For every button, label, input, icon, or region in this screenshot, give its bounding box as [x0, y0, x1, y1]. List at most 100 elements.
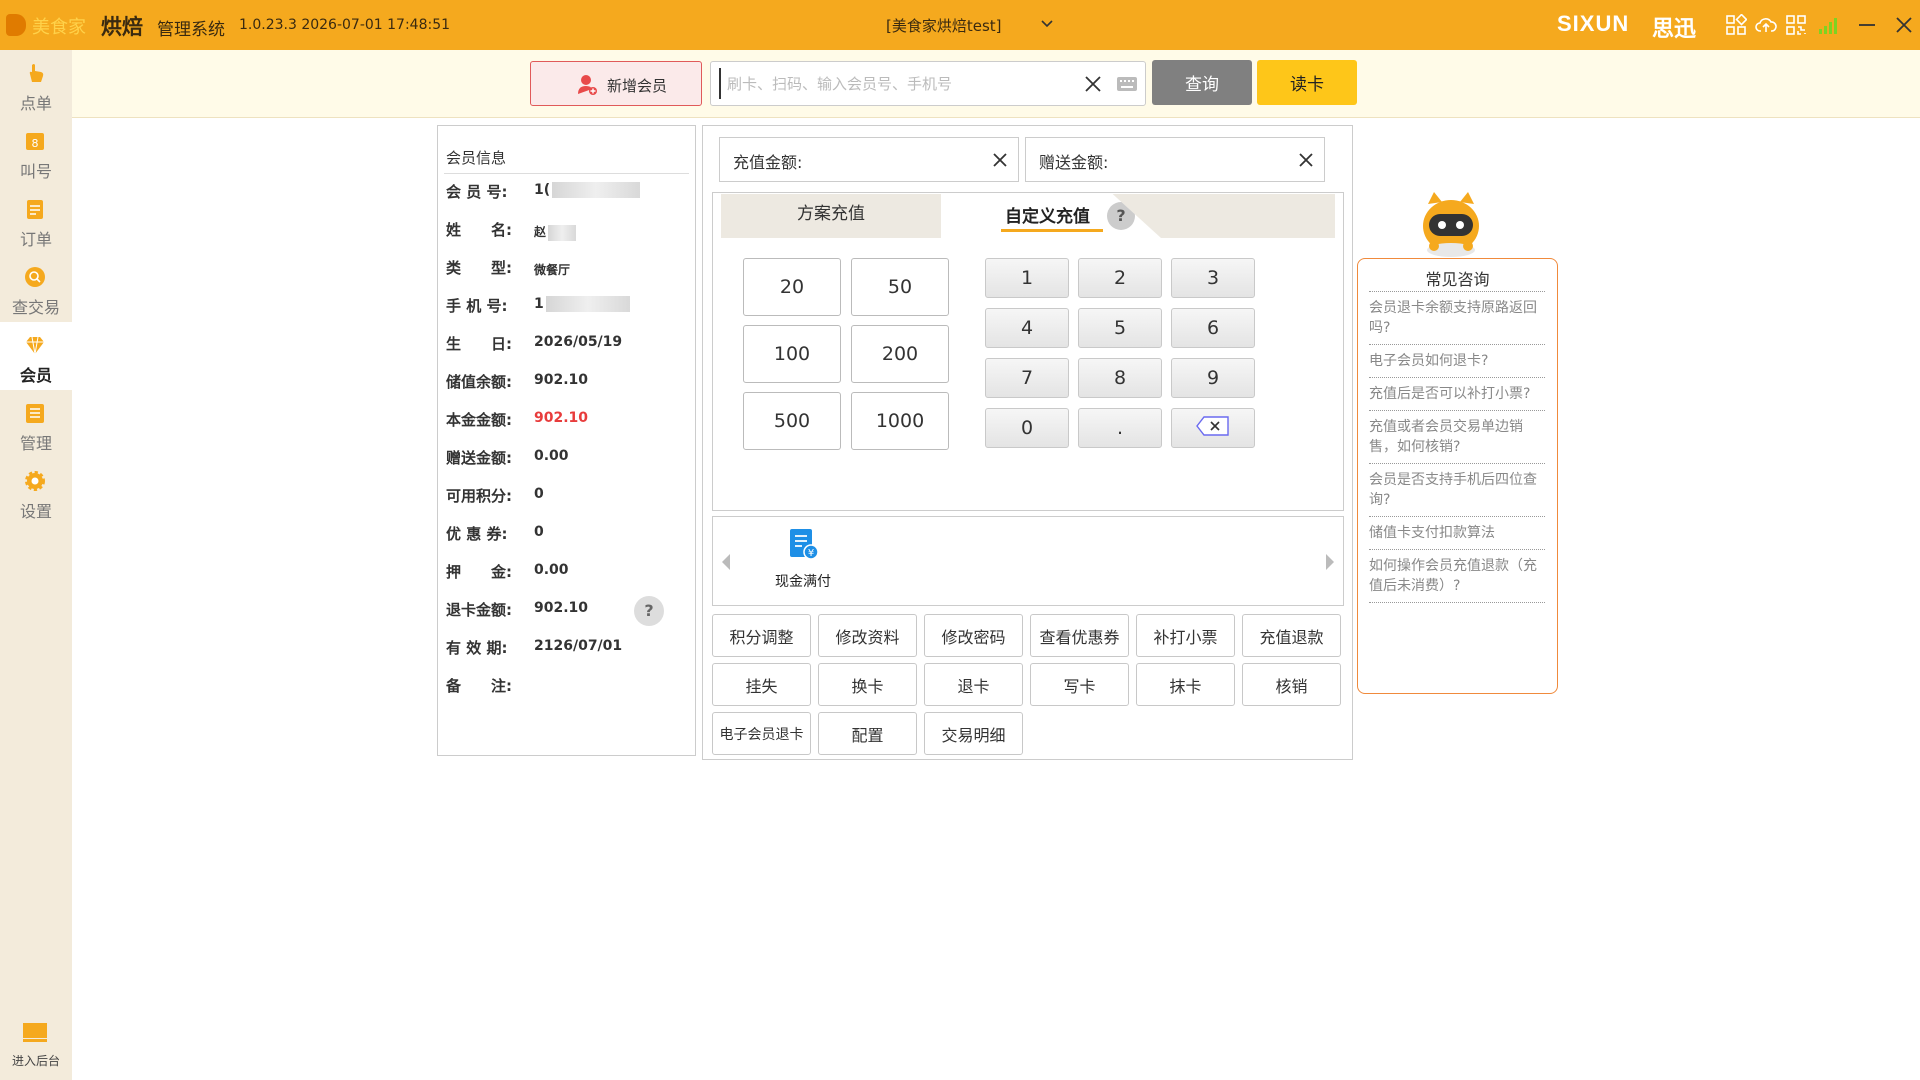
keypad-key-1[interactable]: 1	[985, 258, 1069, 298]
masked-value	[545, 296, 630, 312]
faq-item[interactable]: 充值或者会员交易单边销售，如何核销?	[1369, 410, 1545, 463]
transaction-detail-button[interactable]: 交易明细	[924, 712, 1023, 755]
member-field-validity: 有 效 期: 2126/07/01	[446, 638, 623, 657]
member-field-phone: 手 机 号: 1	[446, 295, 686, 319]
store-selector[interactable]: [美食家烘焙test]	[886, 15, 1002, 36]
keypad-key-4[interactable]: 4	[985, 308, 1069, 348]
recharge-tab-area: 方案充值 自定义充值 ? 20 50 100 200 500 1000 1 2 …	[712, 192, 1344, 511]
sidebar-item-transactions[interactable]: 查交易	[0, 254, 72, 322]
faq-item[interactable]: 会员退卡余额支持原路返回吗?	[1369, 291, 1545, 344]
close-icon[interactable]	[1893, 14, 1915, 36]
divider	[444, 173, 689, 174]
member-number-value: 1(	[534, 182, 551, 198]
sidebar-item-management[interactable]: 管理	[0, 390, 72, 458]
change-card-button[interactable]: 换卡	[818, 663, 917, 706]
chevron-down-icon[interactable]	[1040, 16, 1054, 30]
read-card-button[interactable]: 读卡	[1257, 60, 1357, 105]
faq-item[interactable]: 电子会员如何退卡?	[1369, 344, 1545, 377]
faq-panel: 常见咨询 会员退卡余额支持原路返回吗? 电子会员如何退卡? 充值后是否可以补打小…	[1357, 258, 1558, 694]
edit-profile-button[interactable]: 修改资料	[818, 614, 917, 657]
write-card-button[interactable]: 写卡	[1030, 663, 1129, 706]
payment-cash[interactable]: ¥ 现金满付	[763, 525, 843, 597]
query-button[interactable]: 查询	[1152, 60, 1252, 105]
sidebar-item-settings[interactable]: 设置	[0, 458, 72, 526]
keypad-key-7[interactable]: 7	[985, 358, 1069, 398]
view-coupons-button[interactable]: 查看优惠券	[1030, 614, 1129, 657]
hand-pointer-icon	[29, 64, 44, 82]
preset-amount-500[interactable]: 500	[743, 392, 841, 450]
clipboard-icon	[27, 200, 43, 219]
mascot-icon	[1423, 192, 1479, 257]
sidebar-item-orders[interactable]: 订单	[0, 186, 72, 254]
points-adjust-button[interactable]: 积分调整	[712, 614, 811, 657]
keypad-key-9[interactable]: 9	[1171, 358, 1255, 398]
report-loss-button[interactable]: 挂失	[712, 663, 811, 706]
member-field-birthday: 生 日: 2026/05/19	[446, 334, 623, 353]
e-member-return-card-button[interactable]: 电子会员退卡	[712, 712, 811, 755]
tab-plan-recharge[interactable]: 方案充值	[721, 194, 941, 238]
question-icon[interactable]: ?	[1107, 202, 1135, 230]
chevron-left-icon[interactable]	[721, 552, 731, 572]
masked-value	[548, 224, 577, 241]
search-input[interactable]	[719, 68, 1059, 99]
svg-text:¥: ¥	[808, 548, 814, 559]
tab-custom-recharge[interactable]: 自定义充值 ?	[941, 194, 1161, 238]
keypad-key-8[interactable]: 8	[1078, 358, 1162, 398]
backspace-icon	[1196, 415, 1229, 436]
refund-help-icon[interactable]: ?	[634, 596, 664, 626]
verify-button[interactable]: 核销	[1242, 663, 1341, 706]
keypad-backspace[interactable]	[1171, 408, 1255, 448]
member-field-name: 姓 名: 赵	[446, 219, 686, 243]
grid-apps-icon[interactable]	[1725, 14, 1747, 36]
recharge-refund-button[interactable]: 充值退款	[1242, 614, 1341, 657]
list-icon	[26, 404, 44, 423]
keypad-key-0[interactable]: 0	[985, 408, 1069, 448]
preset-amount-100[interactable]: 100	[743, 325, 841, 383]
faq-item[interactable]: 如何操作会员充值退款（充值后未消费）?	[1369, 549, 1545, 602]
member-type-value: 微餐厅	[534, 263, 571, 277]
clear-bonus-icon[interactable]	[1297, 151, 1315, 169]
preset-amount-50[interactable]: 50	[851, 258, 949, 316]
member-info-title: 会员信息	[446, 149, 507, 167]
vendor-logo: SIXUN	[1557, 11, 1630, 36]
search-coin-icon	[25, 267, 45, 287]
sidebar-item-member[interactable]: 会员	[0, 322, 72, 390]
faq-item[interactable]: 会员是否支持手机后四位查询?	[1369, 463, 1545, 516]
keypad-key-6[interactable]: 6	[1171, 308, 1255, 348]
sidebar-item-order[interactable]: 点单	[0, 50, 72, 118]
return-card-button[interactable]: 退卡	[924, 663, 1023, 706]
keypad-key-2[interactable]: 2	[1078, 258, 1162, 298]
chevron-right-icon[interactable]	[1325, 552, 1335, 572]
member-field-remark: 备 注:	[446, 677, 512, 695]
preset-amount-20[interactable]: 20	[743, 258, 841, 316]
clear-icon[interactable]	[1083, 74, 1103, 94]
config-button[interactable]: 配置	[818, 712, 917, 755]
payment-method-area: ¥ 现金满付	[712, 516, 1344, 606]
sidebar-item-call-number[interactable]: 8 叫号	[0, 118, 72, 186]
bonus-amount-field[interactable]: 赠送金额:	[1025, 137, 1325, 182]
keyboard-icon[interactable]	[1116, 75, 1138, 93]
change-password-button[interactable]: 修改密码	[924, 614, 1023, 657]
preset-amount-1000[interactable]: 1000	[851, 392, 949, 450]
divider	[1369, 602, 1545, 603]
keypad-key-3[interactable]: 3	[1171, 258, 1255, 298]
clear-amount-icon[interactable]	[991, 151, 1009, 169]
qr-code-icon[interactable]	[1785, 14, 1807, 36]
preset-amount-200[interactable]: 200	[851, 325, 949, 383]
add-user-icon	[578, 75, 597, 95]
member-info-panel: 会员信息 会 员 号: 1( 姓 名: 赵 类 型: 微餐厅 手 机 号: 1 …	[437, 125, 696, 756]
cloud-upload-icon[interactable]	[1755, 14, 1777, 36]
member-field-number: 会 员 号: 1(	[446, 181, 686, 205]
faq-item[interactable]: 充值后是否可以补打小票?	[1369, 377, 1545, 410]
erase-card-button[interactable]: 抹卡	[1136, 663, 1235, 706]
faq-item[interactable]: 储值卡支付扣款算法	[1369, 516, 1545, 549]
add-member-button[interactable]: 新增会员	[530, 61, 702, 106]
keypad-key-5[interactable]: 5	[1078, 308, 1162, 348]
keypad-key-dot[interactable]: .	[1078, 408, 1162, 448]
member-field-points: 可用积分: 0	[446, 486, 544, 505]
recharge-amount-field[interactable]: 充值金额:	[719, 137, 1019, 182]
enter-backend-button[interactable]: 进入后台	[0, 1012, 72, 1072]
svg-text:8: 8	[32, 137, 39, 150]
minimize-icon[interactable]	[1856, 14, 1878, 36]
reprint-receipt-button[interactable]: 补打小票	[1136, 614, 1235, 657]
